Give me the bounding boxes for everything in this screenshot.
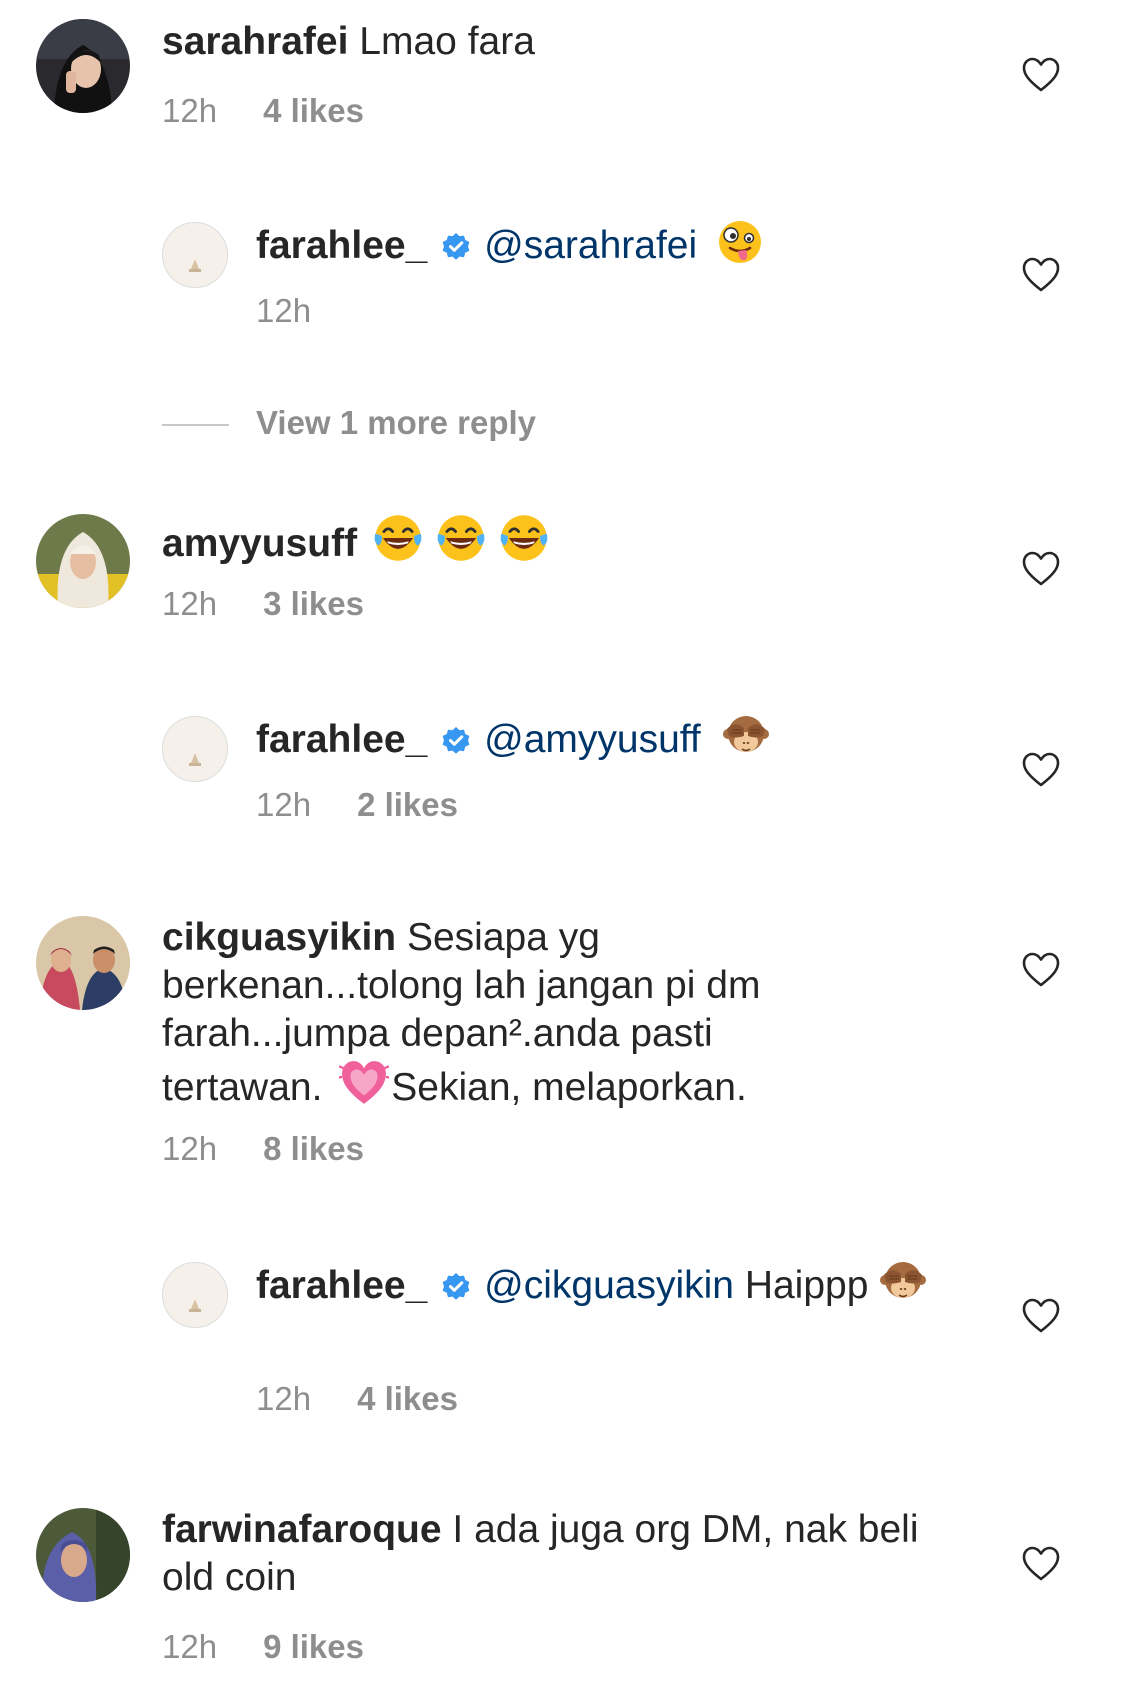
reply-body: Haippp [744, 1264, 869, 1307]
reply-meta: 12h 4 likes [256, 1380, 458, 1418]
comment-text: farwinafaroque I ada juga org DM, nak be… [162, 1506, 922, 1602]
comment-meta: 12h 3 likes [162, 585, 364, 623]
comment-text: amyyusuff [162, 512, 550, 568]
reply-time: 12h [256, 292, 312, 329]
verified-badge-icon [441, 1272, 471, 1302]
comment-meta: 12h 8 likes [162, 1130, 364, 1168]
zany-face-emoji [716, 218, 764, 266]
reply-username[interactable]: farahlee_ [256, 718, 427, 761]
comment-username[interactable]: farwinafaroque [162, 1508, 442, 1551]
mention-link[interactable]: @cikguasyikin [484, 1264, 734, 1307]
comment-username[interactable]: cikguasyikin [162, 916, 396, 959]
comment-body: Lmao fara [359, 20, 535, 63]
avatar-farahlee[interactable] [162, 716, 228, 782]
reply-text: farahlee_ @amyyusuff [256, 712, 770, 764]
tears-of-joy-emoji [435, 512, 487, 564]
heart-outline-icon[interactable] [1022, 752, 1060, 788]
reply-time: 12h [256, 786, 312, 823]
mention-link[interactable]: @sarahrafei [484, 224, 697, 267]
reply-username[interactable]: farahlee_ [256, 1264, 427, 1307]
heart-outline-icon[interactable] [1022, 551, 1060, 587]
reply-username[interactable]: farahlee_ [256, 224, 427, 267]
comment-time: 12h [162, 585, 218, 622]
reply-likes[interactable]: 2 likes [357, 786, 458, 823]
reply-text: farahlee_ @sarahrafei [256, 218, 764, 270]
heart-outline-icon[interactable] [1022, 1298, 1060, 1334]
tears-of-joy-emoji [498, 512, 550, 564]
comment-meta: 12h 9 likes [162, 1628, 364, 1666]
comment-likes[interactable]: 3 likes [263, 585, 364, 622]
comment-likes[interactable]: 4 likes [263, 92, 364, 129]
growing-heart-emoji [339, 1058, 389, 1108]
see-no-evil-monkey-emoji [722, 712, 770, 760]
comment-likes[interactable]: 8 likes [263, 1130, 364, 1167]
divider-line [162, 424, 229, 426]
heart-outline-icon[interactable] [1022, 952, 1060, 988]
comment-meta: 12h 4 likes [162, 92, 364, 130]
comment-time: 12h [162, 92, 218, 129]
verified-badge-icon [441, 726, 471, 756]
comment-body-2: Sekian, melaporkan. [391, 1066, 747, 1109]
avatar-farwinafaroque[interactable] [36, 1508, 130, 1602]
see-no-evil-monkey-emoji [879, 1258, 927, 1306]
view-more-label[interactable]: View 1 more reply [256, 404, 536, 442]
heart-outline-icon[interactable] [1022, 57, 1060, 93]
comment-text: sarahrafei Lmao fara [162, 18, 535, 66]
verified-badge-icon [441, 232, 471, 262]
comment-text: cikguasyikin Sesiapa yg berkenan...tolon… [162, 914, 862, 1112]
comment-username[interactable]: sarahrafei [162, 20, 348, 63]
avatar-farahlee[interactable] [162, 1262, 228, 1328]
reply-meta: 12h 2 likes [256, 786, 458, 824]
heart-outline-icon[interactable] [1022, 1546, 1060, 1582]
heart-outline-icon[interactable] [1022, 257, 1060, 293]
comment-likes[interactable]: 9 likes [263, 1628, 364, 1665]
reply-time: 12h [256, 1380, 312, 1417]
reply-text: farahlee_ @cikguasyikin Haippp [256, 1258, 936, 1310]
mention-link[interactable]: @amyyusuff [484, 718, 701, 761]
reply-meta: 12h [256, 292, 311, 330]
comment-time: 12h [162, 1628, 218, 1665]
comment-time: 12h [162, 1130, 218, 1167]
comment-username[interactable]: amyyusuff [162, 522, 357, 565]
avatar-farahlee[interactable] [162, 222, 228, 288]
avatar-cikguasyikin[interactable] [36, 916, 130, 1010]
avatar-sarahrafei[interactable] [36, 19, 130, 113]
avatar-amyyusuff[interactable] [36, 514, 130, 608]
comment-body [372, 522, 550, 565]
reply-likes[interactable]: 4 likes [357, 1380, 458, 1417]
tears-of-joy-emoji [372, 512, 424, 564]
